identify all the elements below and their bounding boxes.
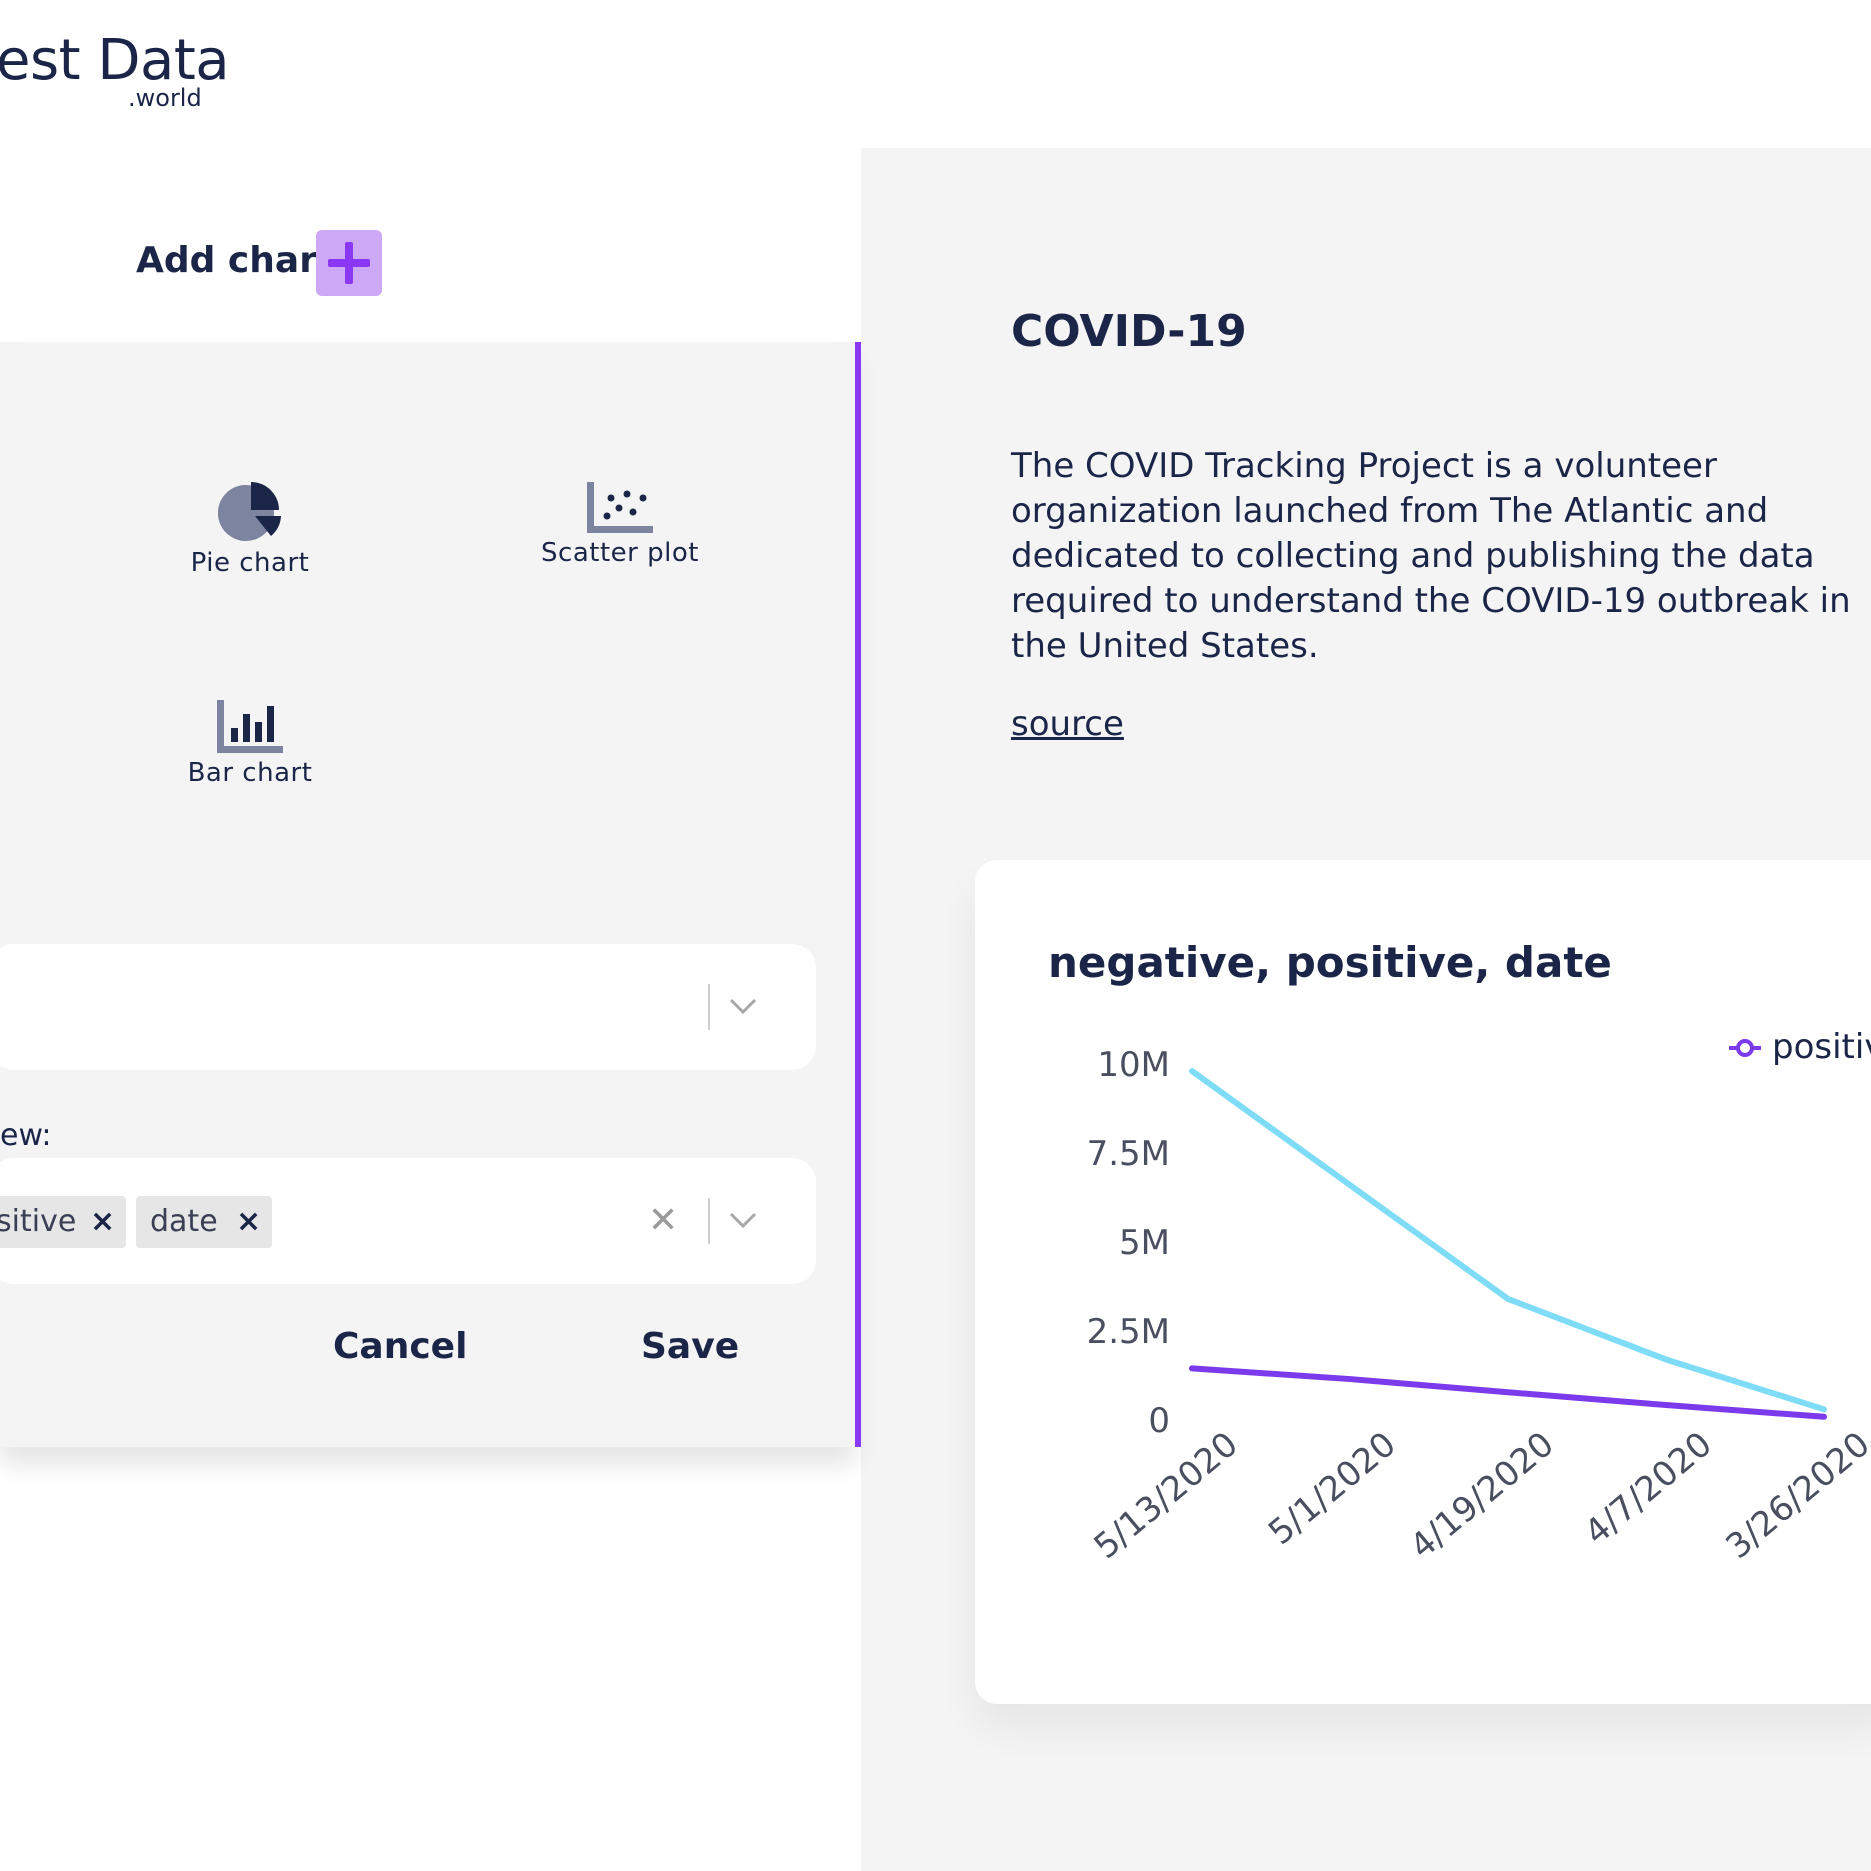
x-tick-label: 4/19/2020	[1403, 1424, 1562, 1567]
y-tick-label: 5M	[1119, 1223, 1170, 1263]
series-line	[1189, 1068, 1827, 1413]
x-tick-label: 3/26/2020	[1719, 1424, 1871, 1567]
y-tick-label: 2.5M	[1087, 1312, 1170, 1352]
x-tick-label: 4/7/2020	[1577, 1424, 1720, 1553]
legend-marker	[1736, 1039, 1754, 1057]
x-tick-label: 5/13/2020	[1087, 1424, 1246, 1567]
y-tick-label: 10M	[1097, 1045, 1170, 1085]
y-tick-label: 0	[1148, 1401, 1170, 1441]
y-tick-label: 7.5M	[1087, 1134, 1170, 1174]
line-chart: 0 2.5M 5M 7.5M 10M 5/13/2020 5/1/20204/19/2020…	[1087, 1027, 1871, 1567]
x-tick-label: 5/1/2020	[1261, 1424, 1404, 1553]
legend-label: positiv	[1772, 1027, 1871, 1067]
series-line	[1189, 1365, 1827, 1420]
